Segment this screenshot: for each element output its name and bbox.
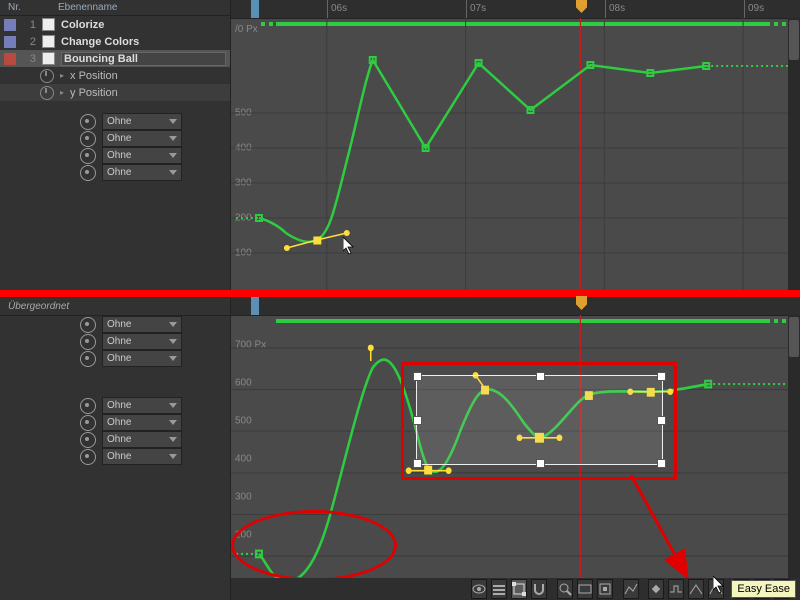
pickwhip-icon[interactable] bbox=[80, 114, 96, 130]
workarea-start-icon[interactable] bbox=[251, 0, 259, 18]
layer-color-1 bbox=[4, 19, 16, 31]
parent-dropdown[interactable]: Ohne bbox=[102, 147, 182, 164]
graph-options-button[interactable] bbox=[491, 579, 507, 599]
timeline-ruler[interactable]: 06s 07s 08s 09s bbox=[231, 0, 800, 19]
time-tick: 06s bbox=[327, 0, 347, 18]
tooltip-easy-ease: Easy Ease bbox=[731, 580, 796, 598]
chevron-down-icon bbox=[169, 136, 177, 141]
col-nr: Nr. bbox=[8, 2, 30, 13]
parent-dropdown[interactable]: Ohne bbox=[102, 397, 182, 414]
fit-all-button[interactable] bbox=[577, 579, 593, 599]
pickwhip-icon[interactable] bbox=[80, 165, 96, 181]
chevron-down-icon bbox=[169, 153, 177, 158]
layer-row-3[interactable]: 3 Bouncing Ball bbox=[0, 50, 230, 67]
pickwhip-icon[interactable] bbox=[80, 148, 96, 164]
parent-column-header: Übergeordnet bbox=[0, 297, 230, 316]
graph-editor-top[interactable]: 06s 07s 08s 09s /0 Px 500 400 300 200 10… bbox=[231, 0, 800, 290]
parent-dropdown[interactable]: Ohne bbox=[102, 113, 182, 130]
graph-area-top[interactable]: /0 Px 500 400 300 200 100 bbox=[231, 18, 800, 290]
playhead-icon[interactable] bbox=[576, 0, 587, 13]
graph-svg-top bbox=[231, 18, 800, 290]
expand-icon[interactable]: ▸ bbox=[60, 88, 64, 97]
hold-keyframe-button[interactable] bbox=[668, 579, 684, 599]
layers-header: Nr. Ebenenname bbox=[0, 0, 230, 16]
graph-editor-bottom[interactable]: 700 Px 600 500 400 300 200 bbox=[231, 297, 800, 600]
pickwhip-icon[interactable] bbox=[80, 317, 96, 333]
checkbox-icon[interactable] bbox=[42, 18, 55, 31]
prop-y-label: y Position bbox=[70, 87, 118, 99]
show-transform-box-button[interactable] bbox=[511, 579, 527, 599]
checkbox-icon[interactable] bbox=[42, 52, 55, 65]
zoom-button[interactable] bbox=[557, 579, 573, 599]
edit-keyframe-button[interactable] bbox=[648, 579, 664, 599]
chevron-down-icon bbox=[169, 403, 177, 408]
parent-dropdown[interactable]: Ohne bbox=[102, 414, 182, 431]
layer-name-3[interactable]: Bouncing Ball bbox=[61, 52, 226, 66]
comparison-divider bbox=[0, 290, 800, 297]
timeline-ruler[interactable] bbox=[231, 297, 800, 316]
layer-name-2[interactable]: Change Colors bbox=[61, 36, 226, 48]
chevron-down-icon bbox=[169, 119, 177, 124]
pickwhip-icon[interactable] bbox=[80, 449, 96, 465]
graph-area-bottom[interactable]: 700 Px 600 500 400 300 200 bbox=[231, 315, 800, 600]
graph-editor-toolbar bbox=[231, 578, 800, 600]
stopwatch-icon[interactable] bbox=[40, 69, 54, 83]
chevron-down-icon bbox=[169, 322, 177, 327]
time-tick: 09s bbox=[744, 0, 764, 18]
time-tick: 08s bbox=[605, 0, 625, 18]
parent-dropdown[interactable]: Ohne bbox=[102, 350, 182, 367]
property-y-position[interactable]: ▸ y Position bbox=[0, 84, 230, 101]
graph-svg-bottom bbox=[231, 315, 800, 600]
vertical-scrollbar[interactable] bbox=[788, 18, 800, 290]
pickwhip-icon[interactable] bbox=[80, 398, 96, 414]
chevron-down-icon bbox=[169, 356, 177, 361]
playhead-icon[interactable] bbox=[576, 296, 587, 310]
stopwatch-icon[interactable] bbox=[40, 86, 54, 100]
parent-dropdown[interactable]: Ohne bbox=[102, 130, 182, 147]
separate-dimensions-button[interactable] bbox=[623, 579, 639, 599]
chevron-down-icon bbox=[169, 420, 177, 425]
layer-color-2 bbox=[4, 36, 16, 48]
col-name: Ebenenname bbox=[58, 2, 118, 13]
vertical-scrollbar[interactable] bbox=[788, 315, 800, 600]
property-x-position[interactable]: ▸ x Position bbox=[0, 67, 230, 84]
layer-num-3: 3 bbox=[22, 53, 36, 65]
chevron-down-icon bbox=[169, 170, 177, 175]
snap-button[interactable] bbox=[531, 579, 547, 599]
checkbox-icon[interactable] bbox=[42, 35, 55, 48]
dropdown-value: Ohne bbox=[107, 116, 131, 127]
scrollbar-thumb[interactable] bbox=[789, 20, 799, 60]
pickwhip-icon[interactable] bbox=[80, 432, 96, 448]
layer-color-3 bbox=[4, 53, 16, 65]
parent-dropdown[interactable]: Ohne bbox=[102, 448, 182, 465]
pickwhip-icon[interactable] bbox=[80, 131, 96, 147]
chevron-down-icon bbox=[169, 437, 177, 442]
prop-x-label: x Position bbox=[70, 70, 118, 82]
parent-dropdown[interactable]: Ohne bbox=[102, 316, 182, 333]
time-tick: 07s bbox=[466, 0, 486, 18]
parent-dropdown[interactable]: Ohne bbox=[102, 431, 182, 448]
layers-panel-top: Nr. Ebenenname 1 Colorize 2 Change Color… bbox=[0, 0, 231, 290]
expand-icon[interactable]: ▸ bbox=[60, 71, 64, 80]
pickwhip-icon[interactable] bbox=[80, 415, 96, 431]
scrollbar-thumb[interactable] bbox=[789, 317, 799, 357]
pickwhip-icon[interactable] bbox=[80, 334, 96, 350]
workarea-start-icon[interactable] bbox=[251, 297, 259, 315]
pickwhip-icon[interactable] bbox=[80, 351, 96, 367]
layers-panel-bottom: Übergeordnet Ohne Ohne Ohne Ohne Ohne Oh… bbox=[0, 297, 231, 600]
layer-num-1: 1 bbox=[22, 19, 36, 31]
chevron-down-icon bbox=[169, 454, 177, 459]
layer-name-1[interactable]: Colorize bbox=[61, 19, 226, 31]
chevron-down-icon bbox=[169, 339, 177, 344]
fit-selection-button[interactable] bbox=[597, 579, 613, 599]
layer-num-2: 2 bbox=[22, 36, 36, 48]
parent-dropdown-row: Ohne bbox=[0, 113, 230, 130]
auto-bezier-button[interactable] bbox=[708, 579, 724, 599]
layer-row-1[interactable]: 1 Colorize bbox=[0, 16, 230, 33]
eye-button[interactable] bbox=[471, 579, 487, 599]
layer-row-2[interactable]: 2 Change Colors bbox=[0, 33, 230, 50]
parent-dropdown[interactable]: Ohne bbox=[102, 164, 182, 181]
linear-keyframe-button[interactable] bbox=[688, 579, 704, 599]
parent-dropdown[interactable]: Ohne bbox=[102, 333, 182, 350]
